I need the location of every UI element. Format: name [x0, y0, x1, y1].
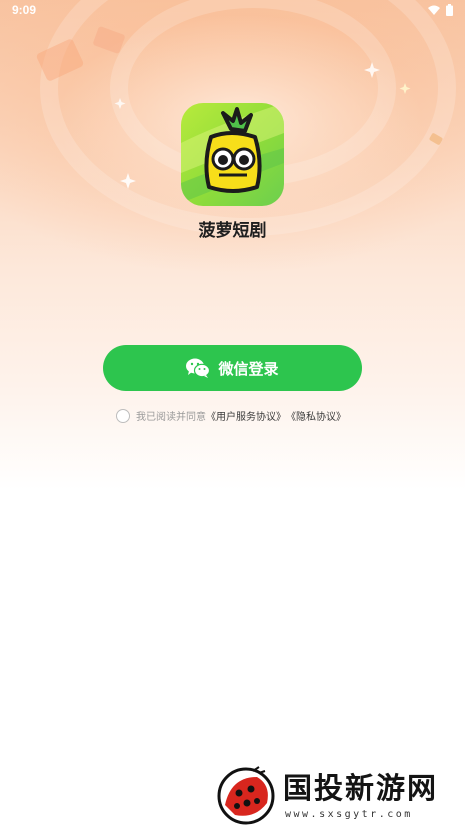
app-name: 菠萝短剧 [198, 221, 267, 241]
system-icons [428, 4, 453, 16]
wifi-icon [428, 5, 440, 15]
ladybug-logo-icon [217, 766, 275, 825]
agreement-checkbox[interactable] [116, 408, 130, 423]
status-time: 9:09 [12, 3, 37, 17]
watermark-url: www.sxsgytr.com [285, 809, 413, 820]
watermark-title: 国投新游网 [283, 771, 439, 805]
wechat-login-label: 微信登录 [218, 359, 279, 378]
battery-icon [446, 4, 453, 16]
wechat-login-button[interactable]: 微信登录 [103, 345, 362, 391]
app-logo [181, 103, 284, 206]
wechat-icon [186, 358, 211, 378]
privacy-policy-link[interactable]: 《隐私协议》 [286, 408, 346, 423]
agreement-row: 我已阅读并同意 《用户服务协议》 《隐私协议》 [116, 408, 346, 423]
app-logo-pineapple-icon [181, 103, 284, 203]
status-bar: 9:09 [0, 0, 465, 22]
user-agreement-link[interactable]: 《用户服务协议》 [206, 408, 286, 423]
agreement-prefix: 我已阅读并同意 [136, 412, 206, 423]
watermark: 国投新游网 www.sxsgytr.com [215, 765, 465, 828]
